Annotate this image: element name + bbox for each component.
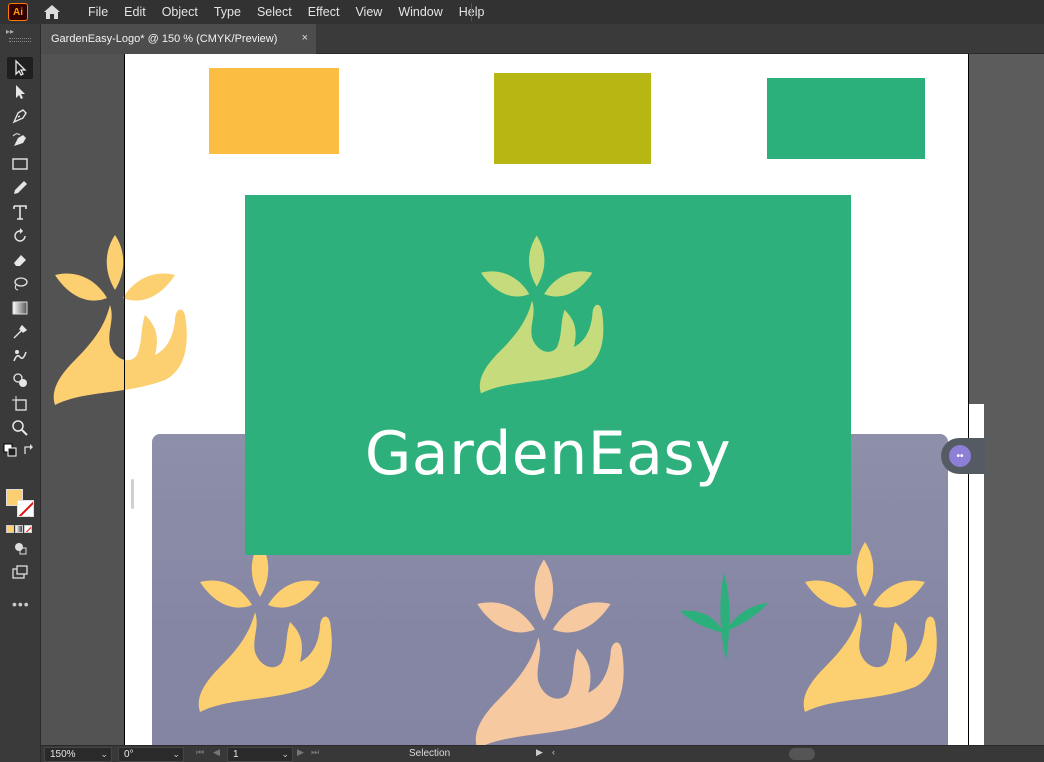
tools-panel: ▸▸ ••• — [0, 24, 41, 762]
swap-colors-icon[interactable] — [22, 443, 36, 457]
assistant-button[interactable]: •• — [941, 438, 985, 474]
document-tab-title: GardenEasy-Logo* @ 150 % (CMYK/Preview) — [51, 33, 278, 45]
placed-image-edge — [125, 404, 152, 745]
hand-plant-logo-green[interactable] — [479, 227, 611, 402]
puppet-warp-tool-icon[interactable] — [7, 345, 33, 367]
menu-object[interactable]: Object — [154, 0, 206, 24]
hand-plant-logo-floating[interactable] — [53, 230, 195, 410]
menu-view[interactable]: View — [347, 0, 390, 24]
illustrator-logo-icon: Ai — [8, 3, 28, 21]
artboard[interactable]: GardenEasy — [125, 54, 968, 745]
hand-plant-logo-peach-1[interactable] — [198, 537, 340, 717]
zoom-level-value: 150% — [50, 749, 76, 760]
first-artboard-icon[interactable]: ⏮ — [196, 747, 204, 758]
menu-select[interactable]: Select — [249, 0, 300, 24]
default-colors-icon[interactable] — [3, 443, 17, 457]
brand-name-text[interactable]: GardenEasy — [245, 419, 851, 489]
menu-bar: Ai File Edit Object Type Select Effect V… — [0, 0, 1044, 24]
zoom-level-dropdown[interactable]: 150% ⌄ — [44, 747, 112, 762]
home-icon[interactable] — [40, 2, 64, 22]
artboard-border-right — [968, 54, 969, 745]
color-swatch-orange[interactable] — [209, 68, 339, 154]
next-artboard-icon[interactable]: ▶ — [297, 747, 304, 758]
hand-plant-logo-peach-2[interactable] — [803, 537, 945, 717]
status-menu-icon[interactable]: ▶ — [536, 747, 543, 758]
rotation-dropdown[interactable]: 0° ⌄ — [118, 747, 184, 762]
document-tab[interactable]: GardenEasy-Logo* @ 150 % (CMYK/Preview) … — [41, 24, 316, 54]
hand-plant-logo-skin[interactable] — [470, 554, 640, 745]
rotate-tool-icon[interactable] — [7, 225, 33, 247]
stroke-color-swatch[interactable] — [17, 500, 34, 517]
chevron-down-icon: ⌄ — [100, 749, 108, 759]
chevron-down-icon: ⌄ — [172, 749, 180, 759]
pasteboard-right — [968, 54, 1044, 745]
menu-edit[interactable]: Edit — [116, 0, 154, 24]
panel-grip[interactable] — [9, 38, 31, 42]
rectangle-tool-icon[interactable] — [7, 153, 33, 175]
logo-card[interactable]: GardenEasy — [245, 195, 851, 555]
menu-effect[interactable]: Effect — [300, 0, 348, 24]
shape-builder-tool-icon[interactable] — [7, 369, 33, 391]
artboard-border-left — [124, 54, 125, 745]
menu-divider — [471, 3, 472, 21]
menu-type[interactable]: Type — [206, 0, 249, 24]
chevron-down-icon: ⌄ — [281, 749, 289, 759]
artboard-tool-icon[interactable] — [7, 393, 33, 415]
collapse-panel-icon[interactable]: ▸▸ — [6, 27, 14, 36]
gradient-tool-icon[interactable] — [7, 297, 33, 319]
menu-file[interactable]: File — [80, 0, 116, 24]
none-mode-icon[interactable] — [24, 525, 32, 533]
color-swatch-olive[interactable] — [494, 73, 651, 164]
color-swatch-green[interactable] — [767, 78, 925, 159]
last-artboard-icon[interactable]: ⏭ — [311, 747, 319, 758]
screen-mode-icon[interactable] — [7, 561, 33, 583]
close-tab-icon[interactable]: × — [302, 32, 308, 44]
eraser-tool-icon[interactable] — [7, 249, 33, 271]
document-tab-bar: GardenEasy-Logo* @ 150 % (CMYK/Preview) … — [41, 24, 1044, 54]
canvas-area[interactable]: GardenEasy •• — [41, 54, 1044, 745]
curvature-tool-icon[interactable] — [7, 129, 33, 151]
sprout-icon[interactable] — [680, 571, 770, 661]
scroll-left-icon[interactable]: ‹ — [552, 747, 555, 757]
edit-toolbar-icon[interactable]: ••• — [12, 596, 30, 612]
horizontal-scrollbar-thumb[interactable] — [789, 748, 815, 760]
type-tool-icon[interactable] — [7, 201, 33, 223]
menu-window[interactable]: Window — [390, 0, 450, 24]
artboard-number-dropdown[interactable]: 1 ⌄ — [227, 747, 293, 762]
pen-tool-icon[interactable] — [7, 105, 33, 127]
assistant-face-icon: •• — [949, 445, 971, 467]
current-tool-label: Selection — [409, 748, 451, 759]
eyedropper-tool-icon[interactable] — [7, 321, 33, 343]
color-mode-icon[interactable] — [6, 525, 14, 533]
drawing-modes-icon[interactable] — [7, 537, 33, 559]
direct-selection-tool-icon[interactable] — [7, 81, 33, 103]
lasso-tool-icon[interactable] — [7, 273, 33, 295]
rotation-value: 0° — [124, 749, 134, 760]
status-bar: 150% ⌄ 0° ⌄ ⏮ ◀ 1 ⌄ ▶ ⏭ Selection ▶ ‹ — [41, 745, 1044, 762]
gradient-mode-icon[interactable] — [15, 525, 23, 533]
selection-tool-icon[interactable] — [7, 57, 33, 79]
zoom-tool-icon[interactable] — [7, 417, 33, 439]
pencil-tool-icon[interactable] — [7, 177, 33, 199]
previous-artboard-icon[interactable]: ◀ — [213, 747, 220, 758]
artboard-number-value: 1 — [233, 749, 239, 760]
main-menu: File Edit Object Type Select Effect View… — [80, 0, 493, 24]
